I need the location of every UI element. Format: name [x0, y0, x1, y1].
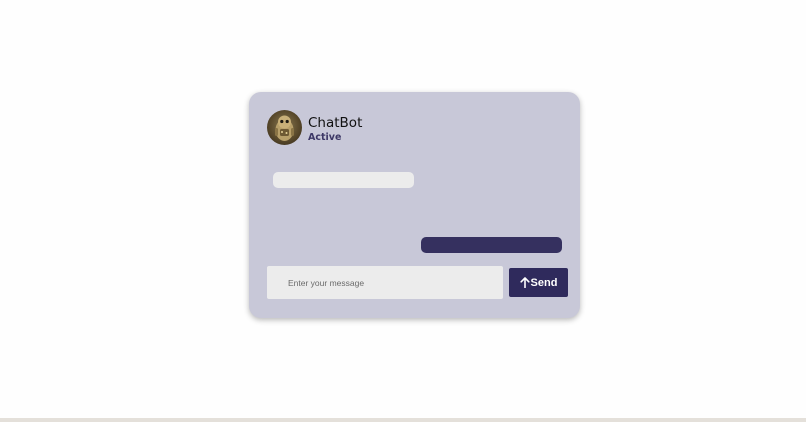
bot-status: Active — [308, 132, 342, 143]
bottom-divider — [0, 418, 806, 422]
chat-window: ChatBot Active Send — [249, 92, 580, 318]
arrow-up-icon — [519, 277, 530, 288]
send-button[interactable]: Send — [509, 268, 568, 297]
bot-name: ChatBot — [308, 115, 363, 131]
send-button-label: Send — [530, 276, 558, 289]
robot-avatar-icon — [267, 110, 302, 145]
sent-message-bubble — [421, 237, 562, 253]
received-message-bubble — [273, 172, 414, 188]
message-input[interactable] — [267, 266, 503, 299]
